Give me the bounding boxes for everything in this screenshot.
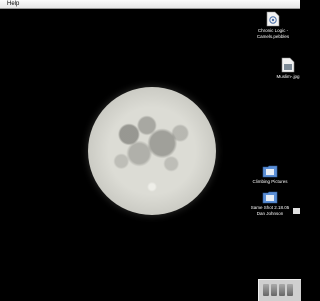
folder-icon: [262, 191, 278, 204]
menu-help[interactable]: Help: [7, 0, 19, 8]
dock-app-icon[interactable]: [279, 284, 285, 296]
desktop-icon-chronic-logic[interactable]: Chronic Logic - Camels.pebbles: [249, 11, 297, 39]
menu-bar: Help: [0, 0, 300, 9]
side-marker: [293, 208, 300, 214]
desktop-icon-label: Chronic Logic - Camels.pebbles: [256, 28, 290, 39]
folder-icon: [262, 165, 278, 178]
dock: [258, 279, 301, 301]
dock-app-icon[interactable]: [287, 284, 293, 296]
desktop-icon-climbing-pictures[interactable]: Climbing Pictures: [246, 164, 294, 185]
desktop-icon-label: Same Shot 2.18.05 Dan Johnson: [250, 205, 290, 216]
desktop-icon-muslim-jpg[interactable]: Muslim-.jpg: [264, 57, 312, 80]
moon-wallpaper: [88, 87, 216, 215]
image-file-icon: [281, 57, 295, 73]
file-icon: [266, 11, 280, 27]
desktop-icon-label: Climbing Pictures: [252, 179, 288, 184]
dock-app-icon[interactable]: [263, 284, 269, 296]
dock-app-icon[interactable]: [271, 284, 277, 296]
desktop-icon-label: Muslim-.jpg: [276, 74, 300, 79]
desktop-icon-same-shot[interactable]: Same Shot 2.18.05 Dan Johnson: [246, 190, 294, 216]
